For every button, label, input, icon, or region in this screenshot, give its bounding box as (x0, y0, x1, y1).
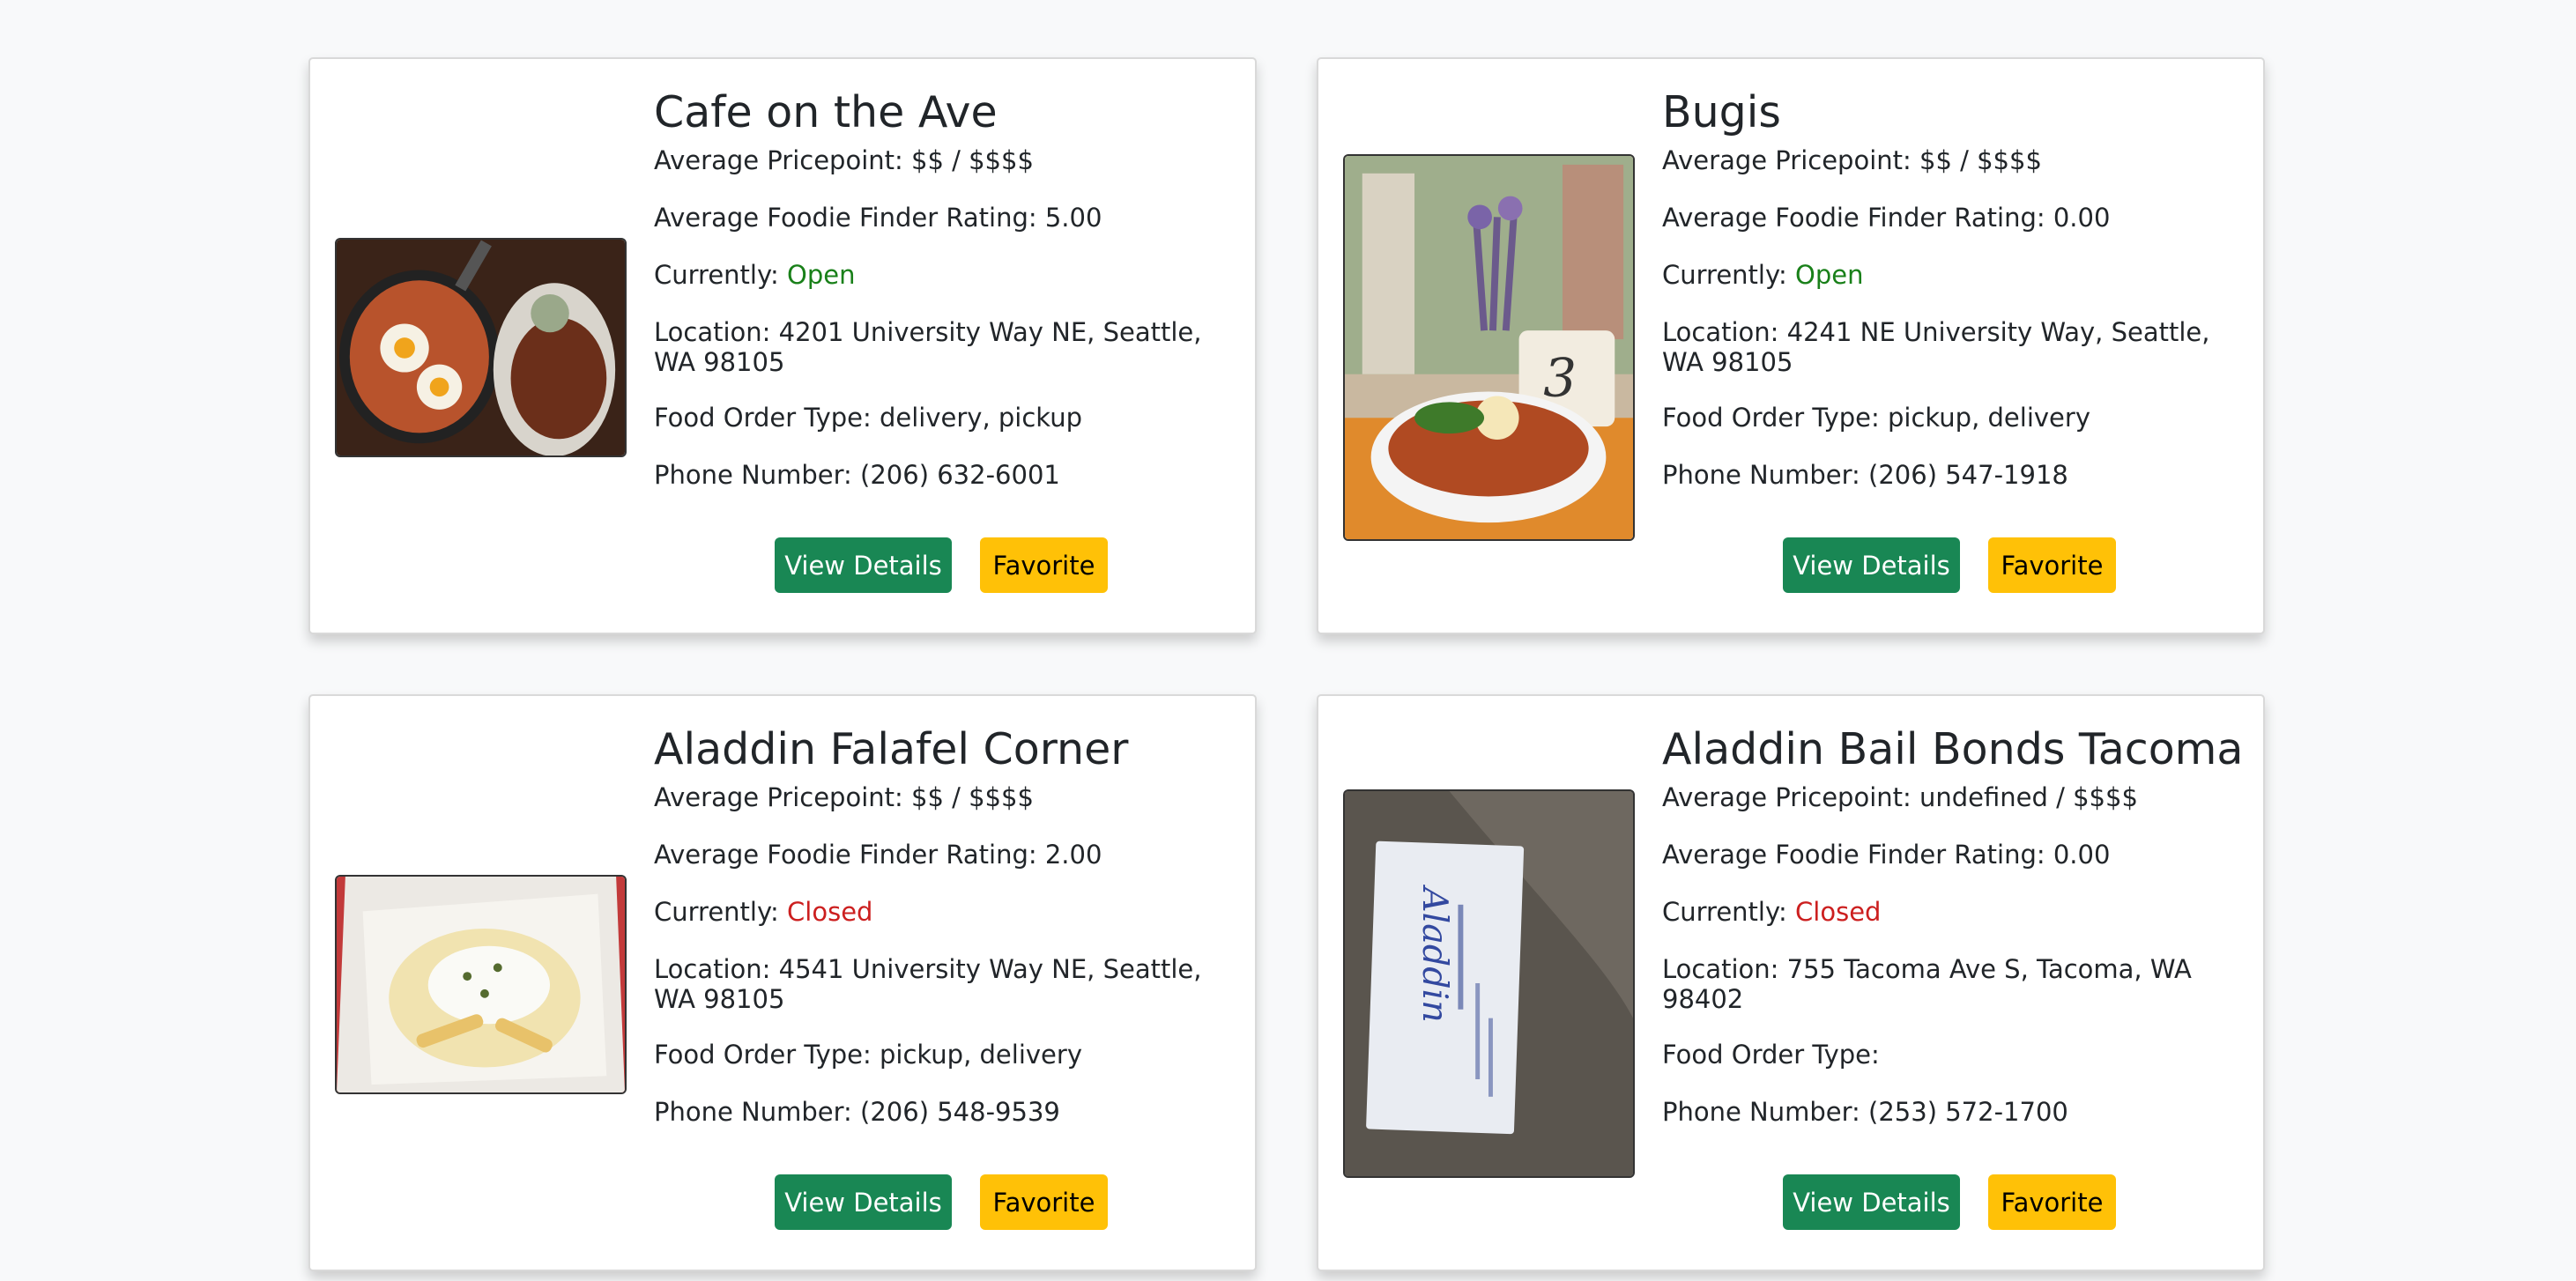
phone-text: Phone Number: (253) 572-1700 (1662, 1097, 2068, 1127)
order-type-text: Food Order Type: delivery, pickup (654, 403, 1082, 433)
price-text: Average Pricepoint: $$ / $$$$ (654, 145, 1034, 175)
view-details-button[interactable]: View Details (775, 1174, 952, 1230)
rating-text: Average Foodie Finder Rating: 5.00 (654, 203, 1102, 233)
phone-text: Phone Number: (206) 632-6001 (654, 460, 1060, 490)
restaurant-name: Aladdin Bail Bonds Tacoma (1662, 724, 2244, 774)
status-row: Currently: Open (1662, 260, 2244, 290)
rating-text: Average Foodie Finder Rating: 0.00 (1662, 203, 2111, 233)
status-label: Currently: (654, 897, 788, 927)
status-label: Currently: (1662, 260, 1796, 290)
restaurant-photo (335, 238, 627, 457)
restaurant-name: Cafe on the Ave (654, 87, 998, 137)
order-type-text: Food Order Type: (1662, 1040, 1880, 1070)
favorite-button[interactable]: Favorite (1988, 537, 2116, 593)
price-text: Average Pricepoint: undefined / $$$$ (1662, 782, 2138, 812)
view-details-button[interactable]: View Details (1783, 537, 1960, 593)
favorite-button[interactable]: Favorite (980, 537, 1108, 593)
restaurant-photo: 3 (1343, 154, 1635, 541)
price-text: Average Pricepoint: $$ / $$$$ (654, 782, 1034, 812)
status-label: Currently: (1662, 897, 1796, 927)
status-label: Currently: (654, 260, 788, 290)
restaurant-info: Aladdin Bail Bonds Tacoma Average Pricep… (1662, 722, 2244, 1127)
rating-text: Average Foodie Finder Rating: 2.00 (654, 840, 1102, 870)
svg-text:3: 3 (1543, 347, 1577, 408)
order-type-text: Food Order Type: pickup, delivery (1662, 403, 2090, 433)
location-text: Location: 4541 University Way NE, Seattl… (654, 954, 1202, 1014)
restaurant-name: Aladdin Falafel Corner (654, 724, 1129, 774)
status-badge: Closed (1795, 897, 1882, 927)
phone-text: Phone Number: (206) 547-1918 (1662, 460, 2068, 490)
restaurant-info: Bugis Average Pricepoint: $$ / $$$$ Aver… (1662, 85, 2244, 490)
rating-text: Average Foodie Finder Rating: 0.00 (1662, 840, 2111, 870)
view-details-button[interactable]: View Details (1783, 1174, 1960, 1230)
status-badge: Closed (787, 897, 873, 927)
restaurant-photo: Aladdin (1343, 789, 1635, 1178)
status-badge: Open (787, 260, 856, 290)
phone-text: Phone Number: (206) 548-9539 (654, 1097, 1060, 1127)
location-text: Location: 4201 University Way NE, Seattl… (654, 317, 1202, 377)
status-row: Currently: Open (654, 260, 1236, 290)
restaurant-card: Aladdin Aladdin Bail Bonds Tacoma Averag… (1317, 694, 2265, 1271)
restaurant-card: Aladdin Falafel Corner Average Pricepoin… (308, 694, 1257, 1271)
status-row: Currently: Closed (654, 897, 1236, 927)
price-text: Average Pricepoint: $$ / $$$$ (1662, 145, 2042, 175)
restaurant-info: Aladdin Falafel Corner Average Pricepoin… (654, 722, 1236, 1127)
restaurant-name: Bugis (1662, 87, 1781, 137)
svg-text:Aladdin: Aladdin (1414, 884, 1455, 1023)
restaurant-photo (335, 875, 627, 1094)
status-badge: Open (1795, 260, 1864, 290)
restaurant-card: Cafe on the Ave Average Pricepoint: $$ /… (308, 57, 1257, 634)
favorite-button[interactable]: Favorite (980, 1174, 1108, 1230)
location-text: Location: 4241 NE University Way, Seattl… (1662, 317, 2210, 377)
restaurant-card: 3 Bugis Average Pricepoint: $$ / $$$$ Av… (1317, 57, 2265, 634)
view-details-button[interactable]: View Details (775, 537, 952, 593)
order-type-text: Food Order Type: pickup, delivery (654, 1040, 1082, 1070)
status-row: Currently: Closed (1662, 897, 2244, 927)
location-text: Location: 755 Tacoma Ave S, Tacoma, WA 9… (1662, 954, 2192, 1014)
restaurant-info: Cafe on the Ave Average Pricepoint: $$ /… (654, 85, 1236, 490)
favorite-button[interactable]: Favorite (1988, 1174, 2116, 1230)
